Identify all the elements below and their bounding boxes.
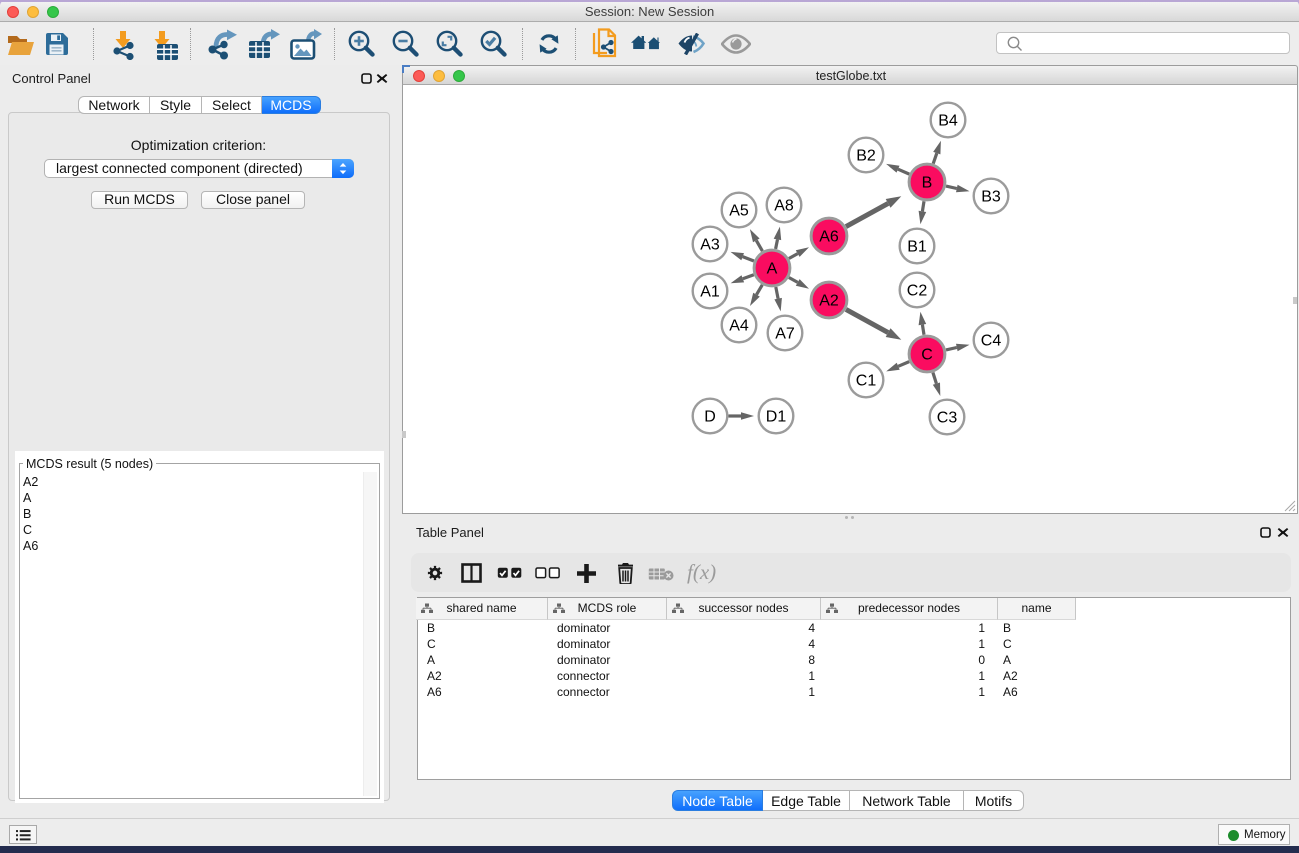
svg-text:A: A	[767, 261, 778, 278]
svg-text:A1: A1	[700, 284, 720, 301]
svg-text:C2: C2	[907, 283, 928, 300]
svg-text:A5: A5	[729, 203, 749, 220]
svg-text:A7: A7	[775, 326, 795, 343]
svg-text:B4: B4	[938, 113, 958, 130]
svg-text:B: B	[922, 175, 933, 192]
svg-text:B2: B2	[856, 148, 876, 165]
svg-text:A4: A4	[729, 318, 749, 335]
svg-text:D: D	[704, 409, 716, 426]
svg-text:A8: A8	[774, 198, 794, 215]
svg-text:C: C	[921, 347, 933, 364]
svg-text:B1: B1	[907, 239, 927, 256]
svg-text:C3: C3	[937, 410, 958, 427]
svg-text:A6: A6	[819, 229, 839, 246]
svg-text:C1: C1	[856, 373, 877, 390]
svg-text:A2: A2	[819, 293, 839, 310]
svg-text:C4: C4	[981, 333, 1002, 350]
svg-text:D1: D1	[766, 409, 787, 426]
svg-text:B3: B3	[981, 189, 1001, 206]
svg-text:A3: A3	[700, 237, 720, 254]
